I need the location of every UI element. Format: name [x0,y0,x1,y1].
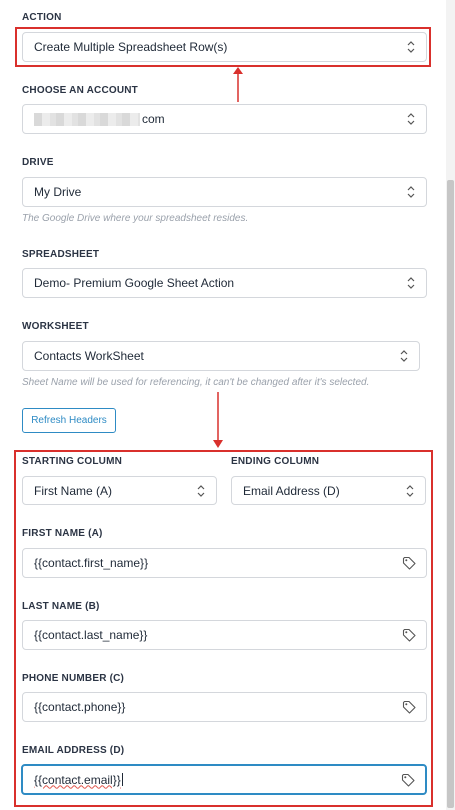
account-value-suffix: com [142,112,165,126]
chevron-up-down-icon [400,350,408,362]
chevron-up-down-icon [197,484,205,497]
first-name-field[interactable]: {{contact.first_name}} [22,548,427,578]
ending-column-label: ENDING COLUMN [231,456,320,467]
text-cursor [121,773,123,786]
ending-column-select[interactable]: Email Address (D) [231,476,426,505]
worksheet-value: Contacts WorkSheet [34,349,144,363]
annotation-box-action [15,27,431,67]
drive-select[interactable]: My Drive [22,177,427,207]
chevron-up-down-icon [407,113,415,125]
tag-icon[interactable] [402,556,416,570]
refresh-headers-button[interactable]: Refresh Headers [22,408,116,433]
spreadsheet-select[interactable]: Demo- Premium Google Sheet Action [22,268,427,298]
spreadsheet-label: SPREADSHEET [22,249,100,260]
worksheet-help: Sheet Name will be used for referencing,… [22,377,370,388]
starting-column-value: First Name (A) [34,483,112,498]
action-label: ACTION [22,12,62,23]
phone-number-value: {{contact.phone}} [34,700,126,714]
chevron-up-down-icon [406,484,414,497]
tag-icon[interactable] [402,628,416,642]
drive-value: My Drive [34,185,82,199]
scrollbar-thumb[interactable] [447,180,454,808]
drive-label: DRIVE [22,157,54,168]
spreadsheet-value: Demo- Premium Google Sheet Action [34,276,235,290]
chevron-up-down-icon [407,277,415,289]
starting-column-label: STARTING COLUMN [22,456,123,467]
last-name-field[interactable]: {{contact.last_name}} [22,620,427,650]
annotation-arrow-down [213,392,223,448]
worksheet-label: WORKSHEET [22,321,89,332]
tag-icon[interactable] [401,773,415,787]
starting-column-select[interactable]: First Name (A) [22,476,217,505]
first-name-value: {{contact.first_name}} [34,556,149,570]
drive-help: The Google Drive where your spreadsheet … [22,213,249,224]
ending-column-value: Email Address (D) [243,483,340,498]
account-select[interactable]: com [22,104,427,134]
last-name-value: {{contact.last_name}} [34,628,148,642]
email-address-field[interactable]: {{contact.email}} [21,764,427,795]
annotation-arrow-up [233,67,243,102]
first-name-label: FIRST NAME (A) [22,528,103,539]
email-address-value: {{contact.email}} [34,772,121,787]
redacted-email [34,112,140,126]
account-label: CHOOSE AN ACCOUNT [22,85,138,96]
tag-icon[interactable] [402,700,416,714]
worksheet-select[interactable]: Contacts WorkSheet [22,341,420,371]
last-name-label: LAST NAME (B) [22,601,100,612]
chevron-up-down-icon [407,186,415,198]
email-address-label: EMAIL ADDRESS (D) [22,745,125,756]
phone-number-label: PHONE NUMBER (C) [22,673,125,684]
phone-number-field[interactable]: {{contact.phone}} [22,692,427,722]
